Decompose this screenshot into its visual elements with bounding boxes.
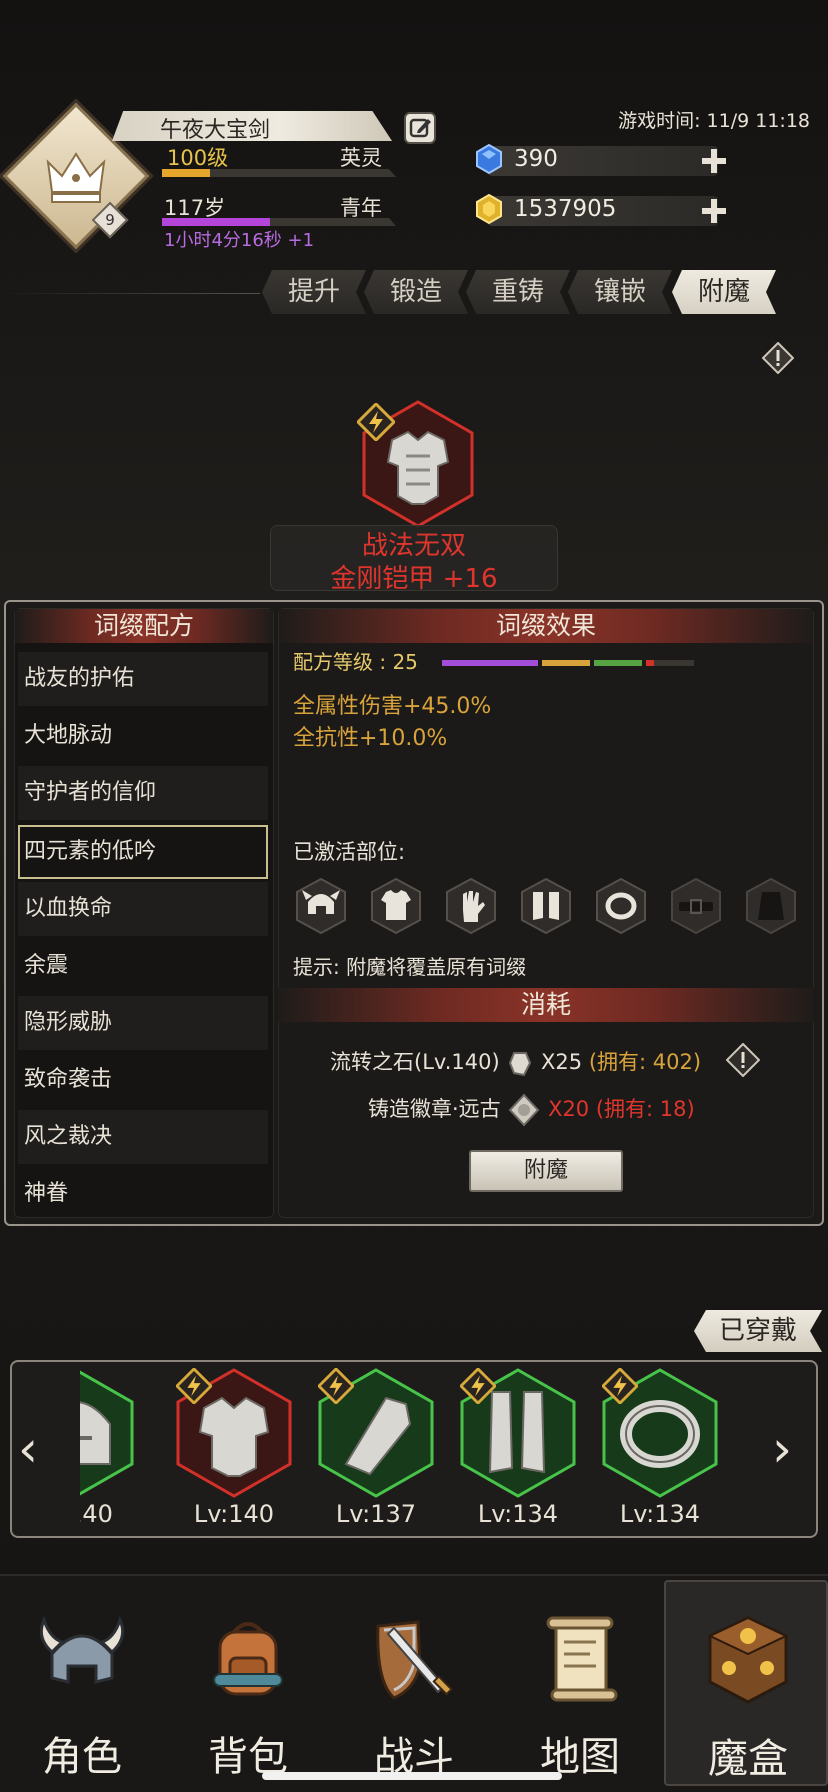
edit-name-button[interactable] (404, 112, 436, 144)
recipe-item[interactable]: 隐形威胁 (18, 996, 268, 1050)
tab-divider (0, 293, 260, 294)
helmet-icon (296, 878, 346, 934)
ring-icon (596, 878, 646, 934)
age-title: 青年 (340, 196, 382, 220)
info-icon[interactable] (762, 342, 794, 374)
lightning-badge-icon (460, 1368, 496, 1404)
stone-icon (509, 1052, 532, 1077)
home-indicator[interactable] (262, 1772, 562, 1780)
recipe-item[interactable]: 风之裁决 (18, 1110, 268, 1164)
equipped-items-row: :140 Lv:140 Lv:137 Lv:134 Lv:134 (80, 1362, 750, 1536)
level-title: 英灵 (340, 146, 382, 170)
equipped-item-level: Lv:140 (193, 1500, 275, 1528)
tab-upgrade[interactable]: 提升 (262, 270, 366, 314)
lightning-badge-icon (176, 1368, 212, 1404)
shirt-icon (371, 878, 421, 934)
sword-shield-icon (376, 1620, 453, 1700)
cost-row-2: 铸造徽章·远古 X20 (拥有: 18) (368, 1093, 695, 1127)
cost-item-2-owned: (拥有: 18) (595, 1097, 695, 1121)
cost-title: 消耗 (278, 988, 814, 1022)
boots-icon (521, 878, 571, 934)
game-time: 游戏时间: 11/9 11:18 (618, 110, 810, 132)
level-segment-green (594, 660, 642, 666)
nav-label: 角色 (42, 1734, 122, 1780)
cost-item-1-owned: (拥有: 402) (588, 1050, 702, 1074)
recipe-item[interactable]: 战友的护佑 (18, 652, 268, 706)
cost-row-1: 流转之石(Lv.140) X25 (拥有: 402) (330, 1046, 701, 1077)
level-progress-fill (162, 169, 210, 177)
featured-item-name: 金刚铠甲 +16 (330, 564, 498, 594)
armor-icon (386, 430, 450, 505)
featured-title: 战法无双 (361, 531, 466, 561)
cost-item-1-qty: X25 (541, 1050, 583, 1074)
blue-gem-icon (476, 144, 502, 174)
recipe-item[interactable]: 大地脉动 (18, 709, 268, 763)
recipe-item-selected[interactable]: 四元素的低吟 (18, 825, 268, 879)
activated-slots-label: 已激活部位: (293, 840, 406, 864)
viking-helmet-icon (39, 1615, 125, 1684)
tab-inlay[interactable]: 镶嵌 (568, 270, 672, 314)
tab-reforge[interactable]: 重铸 (466, 270, 570, 314)
rank-number: 9 (105, 211, 115, 229)
age-timer: 1小时4分16秒 +1 (164, 230, 315, 251)
recipe-level: 配方等级 : 25 (293, 650, 418, 674)
level-segment-red (646, 660, 654, 666)
belt-icon (671, 878, 721, 934)
equipped-item-level: Lv:134 (477, 1500, 559, 1528)
nav-label: 魔盒 (708, 1736, 788, 1782)
player-name: 午夜大宝剑 (160, 118, 271, 143)
nav-magic-box[interactable]: 魔盒 (664, 1580, 828, 1786)
age-progress-fill (162, 218, 270, 226)
recipe-item[interactable]: 以血换命 (18, 882, 268, 936)
effect-panel-title: 词缀效果 (279, 609, 813, 643)
nav-battle[interactable]: 战斗 (332, 1580, 496, 1786)
effect-line: 全抗性+10.0% (293, 726, 448, 751)
magic-box-icon (707, 1616, 789, 1704)
equipped-tag[interactable]: 已穿戴 (694, 1310, 822, 1352)
player-level: 100级 (167, 146, 229, 170)
add-gold-button[interactable] (700, 197, 728, 225)
lightning-badge-icon (357, 403, 395, 441)
edit-icon (409, 118, 431, 138)
backpack-icon (213, 1622, 283, 1696)
lightning-badge-icon (602, 1368, 638, 1404)
recipe-item[interactable]: 致命袭击 (18, 1053, 268, 1107)
badge-icon (509, 1093, 540, 1127)
glove-icon (446, 878, 496, 934)
equipped-item-level: Lv:137 (335, 1500, 417, 1528)
cape-icon (746, 878, 796, 934)
equipped-item-level: :140 (80, 1500, 113, 1528)
lightning-badge-icon (318, 1368, 354, 1404)
nav-character[interactable]: 角色 (0, 1580, 164, 1786)
effect-line: 全属性伤害+45.0% (293, 694, 492, 719)
cost-item-2-qty: X20 (548, 1097, 590, 1121)
gem-count: 390 (514, 146, 558, 172)
cost-item-2-name: 铸造徽章·远古 (368, 1097, 501, 1121)
add-gems-button[interactable] (700, 147, 728, 175)
cost-item-1-name: 流转之石(Lv.140) (330, 1050, 500, 1074)
crown-icon (46, 152, 106, 203)
recipe-item[interactable]: 余震 (18, 939, 268, 993)
recipe-item[interactable]: 守护者的信仰 (18, 766, 268, 820)
tab-enchant[interactable]: 附魔 (672, 270, 776, 314)
equipped-item-helmet[interactable] (80, 1368, 136, 1498)
recipe-list-title: 词缀配方 (15, 609, 273, 643)
enchant-button[interactable]: 附魔 (469, 1150, 623, 1192)
gold-icon (476, 194, 502, 224)
level-segment-gold (542, 660, 590, 666)
nav-backpack[interactable]: 背包 (166, 1580, 330, 1786)
scroll-map-icon (546, 1616, 618, 1702)
level-segment-purple (442, 660, 538, 666)
nav-map[interactable]: 地图 (498, 1580, 662, 1786)
equipped-item-level: Lv:134 (619, 1500, 701, 1528)
tab-forge[interactable]: 锻造 (364, 270, 468, 314)
cost-info-icon[interactable] (726, 1043, 760, 1077)
gold-count: 1537905 (514, 196, 617, 222)
scroll-right-arrow[interactable]: › (772, 1420, 792, 1478)
recipe-item[interactable]: 神眷 (18, 1167, 268, 1221)
scroll-left-arrow[interactable]: ‹ (18, 1420, 38, 1478)
enchant-hint: 提示: 附魔将覆盖原有词缀 (293, 955, 527, 979)
